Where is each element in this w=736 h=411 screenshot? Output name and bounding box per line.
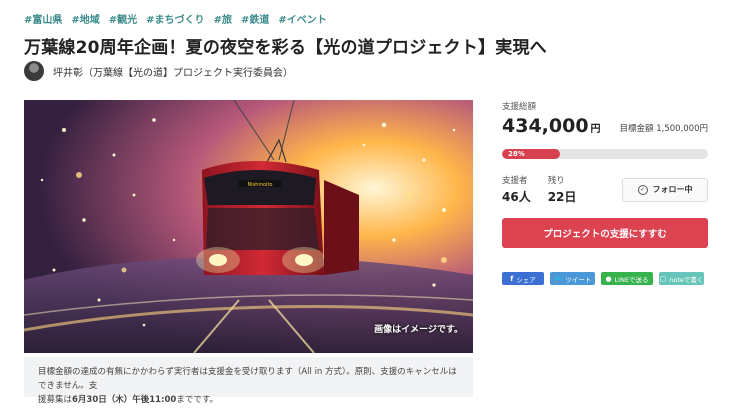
tag-link[interactable]: #地域 <box>71 11 99 26</box>
notice-deadline: 6月30日（木）午後11:00 <box>72 395 177 405</box>
owner-name[interactable]: 坪井彰（万葉線【光の道】プロジェクト実行委員会） <box>53 64 293 79</box>
progress-percent: 28% <box>508 150 525 158</box>
line-share-label: LINEで送る <box>614 275 649 284</box>
tag-link[interactable]: #鉄道 <box>241 11 269 26</box>
twitter-icon: 🐦 <box>553 274 563 283</box>
twitter-share-label: ツイート <box>565 275 592 284</box>
notice-suffix: までです。 <box>176 395 218 405</box>
note-icon: ▢ <box>659 274 667 283</box>
funding-amount: 434,000 円 <box>502 115 601 137</box>
total-label: 支援総額 <box>502 102 537 112</box>
notice-prefix: 援募集は <box>38 395 73 405</box>
image-caption: 画像はイメージです。 <box>374 325 463 335</box>
notice-text-line1: 目標金額の達成の有無にかかわらず実行者は支援金を受け取ります（All in 方式… <box>38 367 457 391</box>
supporters-value: 46人 <box>502 190 531 204</box>
supporters-label: 支援者 <box>502 176 528 186</box>
progress-bar: 28% <box>502 149 708 159</box>
tag-link[interactable]: #まちづくり <box>146 11 204 26</box>
goal-amount: 目標金額 1,500,000円 <box>619 124 708 134</box>
notice-text-line2: 援募集は6月30日（木）午後11:00までです。 <box>38 393 459 407</box>
facebook-share-button[interactable]: f シェア <box>502 272 544 285</box>
twitter-share-button[interactable]: 🐦 ツイート <box>550 272 595 285</box>
tag-link[interactable]: #富山県 <box>24 11 62 26</box>
facebook-icon: f <box>510 274 514 283</box>
avatar[interactable] <box>24 61 44 81</box>
tram-destination-sign: Nishinoito <box>248 182 273 188</box>
facebook-share-label: シェア <box>516 275 536 284</box>
remaining-value: 22日 <box>547 190 577 204</box>
project-owner[interactable]: 坪井彰（万葉線【光の道】プロジェクト実行委員会） <box>24 61 293 81</box>
follow-button[interactable]: ✓ フォロー中 <box>622 177 708 202</box>
page-title: 万葉線20周年企画！夏の夜空を彩る【光の道プロジェクト】実現へ <box>24 38 547 58</box>
supporters-stat: 支援者 46人 <box>502 174 531 205</box>
funding-panel: 支援総額 434,000 円 目標金額 1,500,000円 28% 支援者 46… <box>502 100 708 285</box>
tag-list: #富山県 #地域 #観光 #まちづくり #旅 #鉄道 #イベント <box>24 11 327 26</box>
tag-link[interactable]: #イベント <box>278 11 326 26</box>
follow-label: フォロー中 <box>652 185 693 194</box>
amount-value: 434,000 <box>502 115 589 137</box>
check-circle-icon: ✓ <box>637 184 648 195</box>
tag-link[interactable]: #旅 <box>214 11 232 26</box>
amount-currency: 円 <box>590 124 601 135</box>
support-project-button[interactable]: プロジェクトの支援にすすむ <box>502 218 708 248</box>
line-icon: ● <box>605 274 612 283</box>
funding-notice: 目標金額の達成の有無にかかわらず実行者は支援金を受け取ります（All in 方式… <box>24 357 473 405</box>
tram-illustration: Nishinoito <box>24 100 473 353</box>
line-share-button[interactable]: ● LINEで送る <box>601 272 653 285</box>
tag-link[interactable]: #観光 <box>109 11 137 26</box>
note-share-label: noteで書く <box>669 275 704 284</box>
note-share-button[interactable]: ▢ noteで書く <box>659 272 704 285</box>
remaining-label: 残り <box>547 176 565 186</box>
hero-image: Nishinoito 画像はイメージです。 <box>24 100 473 353</box>
share-buttons: f シェア 🐦 ツイート ● LINEで送る ▢ noteで書く <box>502 272 708 285</box>
remaining-stat: 残り 22日 <box>548 174 577 205</box>
